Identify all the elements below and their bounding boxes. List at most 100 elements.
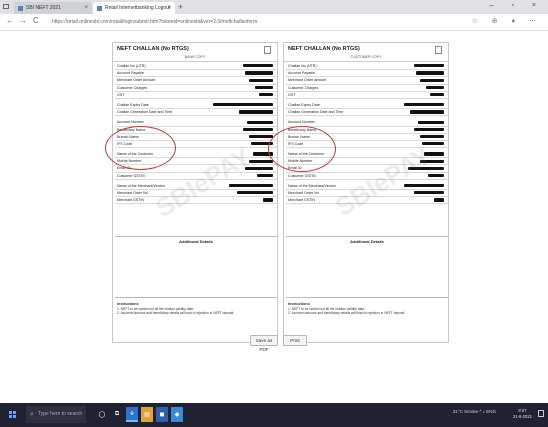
reload-icon[interactable]: C [33,16,39,25]
redacted-value [426,85,444,90]
challan-row: Merchant Order Amount [286,77,448,85]
challan-title: NEFT CHALLAN (No RTGS) [288,46,360,52]
notification-icon[interactable] [538,410,544,417]
redacted-value [416,71,444,75]
forward-icon[interactable]: → [19,16,27,25]
challan-row: Merchant Order Amount [115,77,277,85]
printer-icon[interactable] [435,46,442,54]
row-label: Name of the Merchant/Vendor [288,183,336,188]
close-tab-icon[interactable]: × [167,5,171,11]
redacted-value [229,184,273,188]
redacted-value [247,120,273,124]
redacted-value [249,78,273,82]
row-label: Account Payable [288,71,315,76]
redacted-value [237,191,273,195]
challan-row: GST [115,92,277,99]
redacted-value [434,198,444,202]
save-pdf-button[interactable]: Save as PDF [250,335,278,352]
printer-icon[interactable] [264,46,271,54]
row-label: Merchant Order Amount [288,78,327,83]
address-bar: ← → C https://retail.onlinesbi.com/retai… [0,14,548,31]
redacted-value [414,64,444,68]
row-label: Merchant Order No [288,191,319,195]
close-tab-icon[interactable]: × [84,5,88,11]
additional-details-section: Additional Details [286,236,448,298]
challan-row: Customer Charges [115,85,277,92]
url-field[interactable]: https://retail.onlinesbi.com/retail/logi… [52,17,342,27]
row-label: Merchant GSTIN [288,198,315,203]
store-icon[interactable]: ◼ [156,407,168,422]
row-label: Merchant GSTIN [117,198,144,203]
redacted-value [259,93,273,97]
redacted-value [263,198,273,202]
redacted-value [430,93,444,97]
new-tab-button[interactable]: + [178,2,183,12]
challan-title: NEFT CHALLAN (No RTGS) [117,46,189,52]
challan-row: GST [286,92,448,99]
windows-start-icon[interactable] [9,411,16,418]
challan-row: Challan Generation Date and Time [286,109,448,117]
redacted-value [404,103,444,107]
toolbar-icons[interactable]: ☆ ⊕ ♦ ⋯ [471,17,542,25]
row-label: Name of the Merchant/Vendor [117,183,165,188]
redacted-value [404,184,444,188]
search-placeholder: Type here to search [38,411,83,417]
task-view-icon[interactable]: ⧉ [111,407,123,422]
browser-tab-2[interactable]: Retail Internetbanking Logout × [93,2,175,14]
row-label: Account Payable [117,71,144,76]
instructions: Instructions 1. NEFT to be carried out t… [117,302,273,316]
additional-details-title: Additional Details [179,239,213,244]
additional-details-title: Additional Details [350,239,384,244]
challan-row: Account Number [286,119,448,127]
redacted-value [245,71,273,75]
redacted-value [418,120,444,124]
challan-row: Challan No (UTR) [115,63,277,71]
search-icon: ⌕ [30,411,34,418]
instructions: Instructions 1. NEFT to be carried out t… [288,302,444,316]
redacted-value [410,110,444,114]
challan-row: Challan Expiry Date [115,102,277,110]
additional-details-section: Additional Details [115,236,277,298]
taskbar: ⌕ Type here to search ◯ ⧉ e ▤ ◼ ◆ 31°C S… [0,403,548,427]
clock-date: 31-8-2021 [512,414,532,419]
redacted-value [420,134,444,139]
taskbar-search[interactable]: ⌕ Type here to search [26,406,86,423]
row-label: Challan Generation Date and Time [117,110,173,115]
instruction-line: 2. Incorrect amount and beneficiary deta… [288,311,406,316]
challan-row: Account Payable [286,70,448,78]
file-explorer-icon[interactable]: ▤ [141,407,153,422]
tab-label: Retail Internetbanking Logout [105,5,171,11]
tab-favicon-icon [97,5,102,11]
highlight-circle [268,126,336,172]
highlight-circle [105,126,176,170]
redacted-value [243,127,273,131]
window-menu-icon[interactable] [3,4,9,9]
system-tray[interactable]: 31°C Smoke ^ ♪ ENG [453,409,496,414]
row-label: Challan Generation Date and Time [288,110,344,115]
challan-row: Challan Expiry Date [286,102,448,110]
redacted-value [420,78,444,82]
clock[interactable]: 9:07 31-8-2021 [513,408,532,420]
tab-favicon-icon [18,5,23,11]
taskbar-apps: ◯ ⧉ e ▤ ◼ ◆ [96,407,183,422]
redacted-value [428,173,444,178]
redacted-value [255,85,273,90]
redacted-value [414,127,444,131]
cortana-icon[interactable]: ◯ [96,407,108,422]
copy-label: CUSTOMER COPY [284,55,448,62]
challan-row: Account Payable [115,70,277,78]
tab-label: SBI NEFT 2021 [26,5,61,11]
mail-icon[interactable]: ◆ [171,407,183,422]
window-controls[interactable]: – ▫ × [490,2,544,9]
challan-row: Challan Generation Date and Time [115,109,277,117]
row-label: Merchant Order No [117,191,148,195]
back-icon[interactable]: ← [6,16,14,25]
row-label: Account Number [288,120,315,125]
row-label: Challan No (UTR) [288,64,317,68]
row-label: Challan No (UTR) [117,64,146,68]
print-button[interactable]: Print [283,335,307,346]
edge-browser-icon[interactable]: e [126,407,138,422]
row-label: Customer GSTIN [288,173,316,178]
row-label: Challan Expiry Date [288,102,320,107]
browser-tab-1[interactable]: SBI NEFT 2021 × [14,2,92,14]
